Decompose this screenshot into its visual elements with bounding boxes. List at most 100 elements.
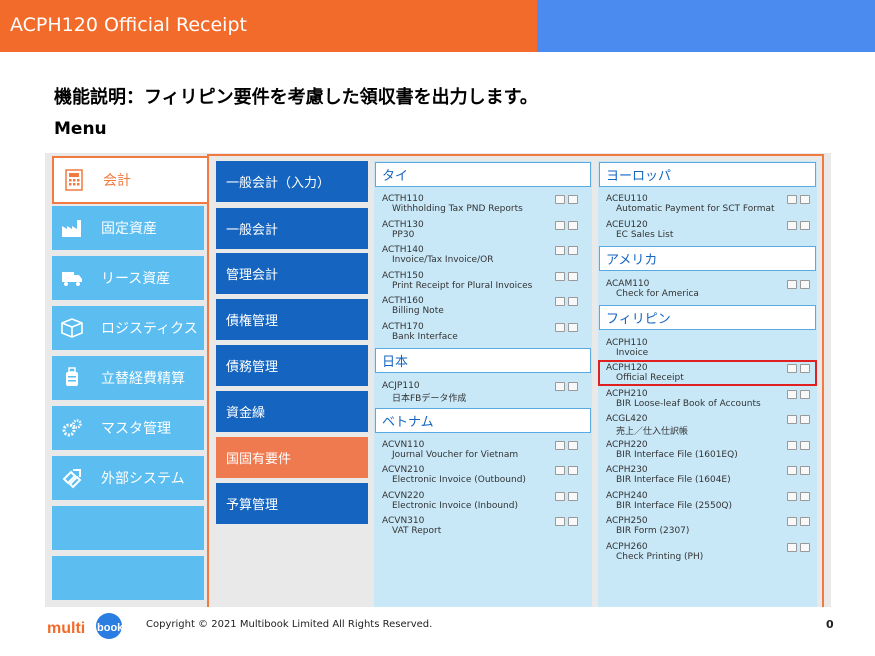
window-icons[interactable] <box>787 441 810 450</box>
window-icons[interactable] <box>555 195 578 204</box>
window-icons[interactable] <box>555 492 578 501</box>
menu-item-acvn310[interactable]: ACVN310 VAT Report <box>376 514 580 540</box>
menu-item-acam110[interactable]: ACAM110 Check for America <box>600 277 812 303</box>
menu-item-acgl420[interactable]: ACGL420 売上／仕入仕訳帳 <box>600 412 812 438</box>
copy-icon[interactable] <box>787 543 797 552</box>
window-icon[interactable] <box>568 382 578 391</box>
copy-icon[interactable] <box>787 441 797 450</box>
window-icon[interactable] <box>800 441 810 450</box>
copy-icon[interactable] <box>787 195 797 204</box>
copy-icon[interactable] <box>787 492 797 501</box>
menu-item-acph260[interactable]: ACPH260 Check Printing (PH) <box>600 540 812 566</box>
copy-icon[interactable] <box>555 323 565 332</box>
submenu-budget[interactable]: 予算管理 <box>216 483 368 524</box>
window-icon[interactable] <box>800 517 810 526</box>
menu-item-acth110[interactable]: ACTH110 Withholding Tax PND Reports <box>376 192 580 218</box>
window-icon[interactable] <box>800 280 810 289</box>
menu-item-acth170[interactable]: ACTH170 Bank Interface <box>376 320 580 346</box>
menu-item-aceu110[interactable]: ACEU110 Automatic Payment for SCT Format <box>600 192 812 218</box>
window-icon[interactable] <box>568 272 578 281</box>
copy-icon[interactable] <box>555 492 565 501</box>
menu-item-aceu120[interactable]: ACEU120 EC Sales List <box>600 218 812 244</box>
window-icons[interactable] <box>787 195 810 204</box>
window-icons[interactable] <box>555 466 578 475</box>
submenu-gl-input[interactable]: 一般会計（入力） <box>216 161 368 202</box>
window-icons[interactable] <box>787 543 810 552</box>
copy-icon[interactable] <box>555 246 565 255</box>
window-icons[interactable] <box>787 517 810 526</box>
category-external[interactable]: 外部システム <box>52 456 204 500</box>
window-icons[interactable] <box>787 390 810 399</box>
window-icons[interactable] <box>787 492 810 501</box>
window-icon[interactable] <box>568 323 578 332</box>
window-icons[interactable] <box>787 415 810 424</box>
copy-icon[interactable] <box>787 415 797 424</box>
window-icons[interactable] <box>555 382 578 391</box>
window-icon[interactable] <box>568 492 578 501</box>
menu-item-acph210[interactable]: ACPH210 BIR Loose-leaf Book of Accounts <box>600 387 812 413</box>
category-master[interactable]: マスタ管理 <box>52 406 204 450</box>
category-lease-assets[interactable]: リース資産 <box>52 256 204 300</box>
window-icons[interactable] <box>787 280 810 289</box>
category-logistics[interactable]: ロジスティクス <box>52 306 204 350</box>
window-icon[interactable] <box>568 466 578 475</box>
window-icon[interactable] <box>568 221 578 230</box>
window-icons[interactable] <box>555 323 578 332</box>
menu-item-acvn110[interactable]: ACVN110 Journal Voucher for Vietnam <box>376 438 580 464</box>
window-icons[interactable] <box>787 221 810 230</box>
category-accounting[interactable]: 会計 <box>52 156 208 204</box>
copy-icon[interactable] <box>555 221 565 230</box>
menu-item-acth150[interactable]: ACTH150 Print Receipt for Plural Invoices <box>376 269 580 295</box>
menu-item-acph250[interactable]: ACPH250 BIR Form (2307) <box>600 514 812 540</box>
submenu-gl[interactable]: 一般会計 <box>216 208 368 249</box>
window-icons[interactable] <box>555 221 578 230</box>
menu-item-acph110[interactable]: ACPH110 Invoice <box>600 336 812 362</box>
menu-item-acph230[interactable]: ACPH230 BIR Interface File (1604E) <box>600 463 812 489</box>
submenu-receivables[interactable]: 債権管理 <box>216 299 368 340</box>
category-expense[interactable]: 立替経費精算 <box>52 356 204 400</box>
window-icons[interactable] <box>787 466 810 475</box>
menu-item-acjp110[interactable]: ACJP110 日本FBデータ作成 <box>376 379 580 405</box>
window-icon[interactable] <box>568 297 578 306</box>
window-icon[interactable] <box>800 492 810 501</box>
window-icon[interactable] <box>800 390 810 399</box>
copy-icon[interactable] <box>555 195 565 204</box>
copy-icon[interactable] <box>787 280 797 289</box>
copy-icon[interactable] <box>787 390 797 399</box>
menu-item-acth160[interactable]: ACTH160 Billing Note <box>376 294 580 320</box>
copy-icon[interactable] <box>555 441 565 450</box>
menu-item-acph220[interactable]: ACPH220 BIR Interface File (1601EQ) <box>600 438 812 464</box>
window-icon[interactable] <box>800 195 810 204</box>
window-icon[interactable] <box>568 246 578 255</box>
submenu-country-specific[interactable]: 国固有要件 <box>216 437 368 478</box>
menu-item-acvn210[interactable]: ACVN210 Electronic Invoice (Outbound) <box>376 463 580 489</box>
window-icon[interactable] <box>800 221 810 230</box>
copy-icon[interactable] <box>787 517 797 526</box>
window-icon[interactable] <box>568 517 578 526</box>
submenu-cashflow[interactable]: 資金繰 <box>216 391 368 432</box>
window-icons[interactable] <box>555 246 578 255</box>
window-icon[interactable] <box>800 543 810 552</box>
submenu-management[interactable]: 管理会計 <box>216 253 368 294</box>
window-icon[interactable] <box>568 441 578 450</box>
copy-icon[interactable] <box>555 297 565 306</box>
window-icons[interactable] <box>555 517 578 526</box>
copy-icon[interactable] <box>787 466 797 475</box>
copy-icon[interactable] <box>787 221 797 230</box>
copy-icon[interactable] <box>555 382 565 391</box>
window-icon[interactable] <box>568 195 578 204</box>
window-icons[interactable] <box>555 272 578 281</box>
window-icons[interactable] <box>555 297 578 306</box>
copy-icon[interactable] <box>555 466 565 475</box>
window-icon[interactable] <box>800 415 810 424</box>
menu-item-acvn220[interactable]: ACVN220 Electronic Invoice (Inbound) <box>376 489 580 515</box>
copy-icon[interactable] <box>555 272 565 281</box>
window-icons[interactable] <box>555 441 578 450</box>
category-fixed-assets[interactable]: 固定資産 <box>52 206 204 250</box>
window-icon[interactable] <box>800 466 810 475</box>
menu-item-acth140[interactable]: ACTH140 Invoice/Tax Invoice/OR <box>376 243 580 269</box>
menu-item-acth130[interactable]: ACTH130 PP30 <box>376 218 580 244</box>
submenu-payables[interactable]: 債務管理 <box>216 345 368 386</box>
copy-icon[interactable] <box>555 517 565 526</box>
menu-item-acph240[interactable]: ACPH240 BIR Interface File (2550Q) <box>600 489 812 515</box>
